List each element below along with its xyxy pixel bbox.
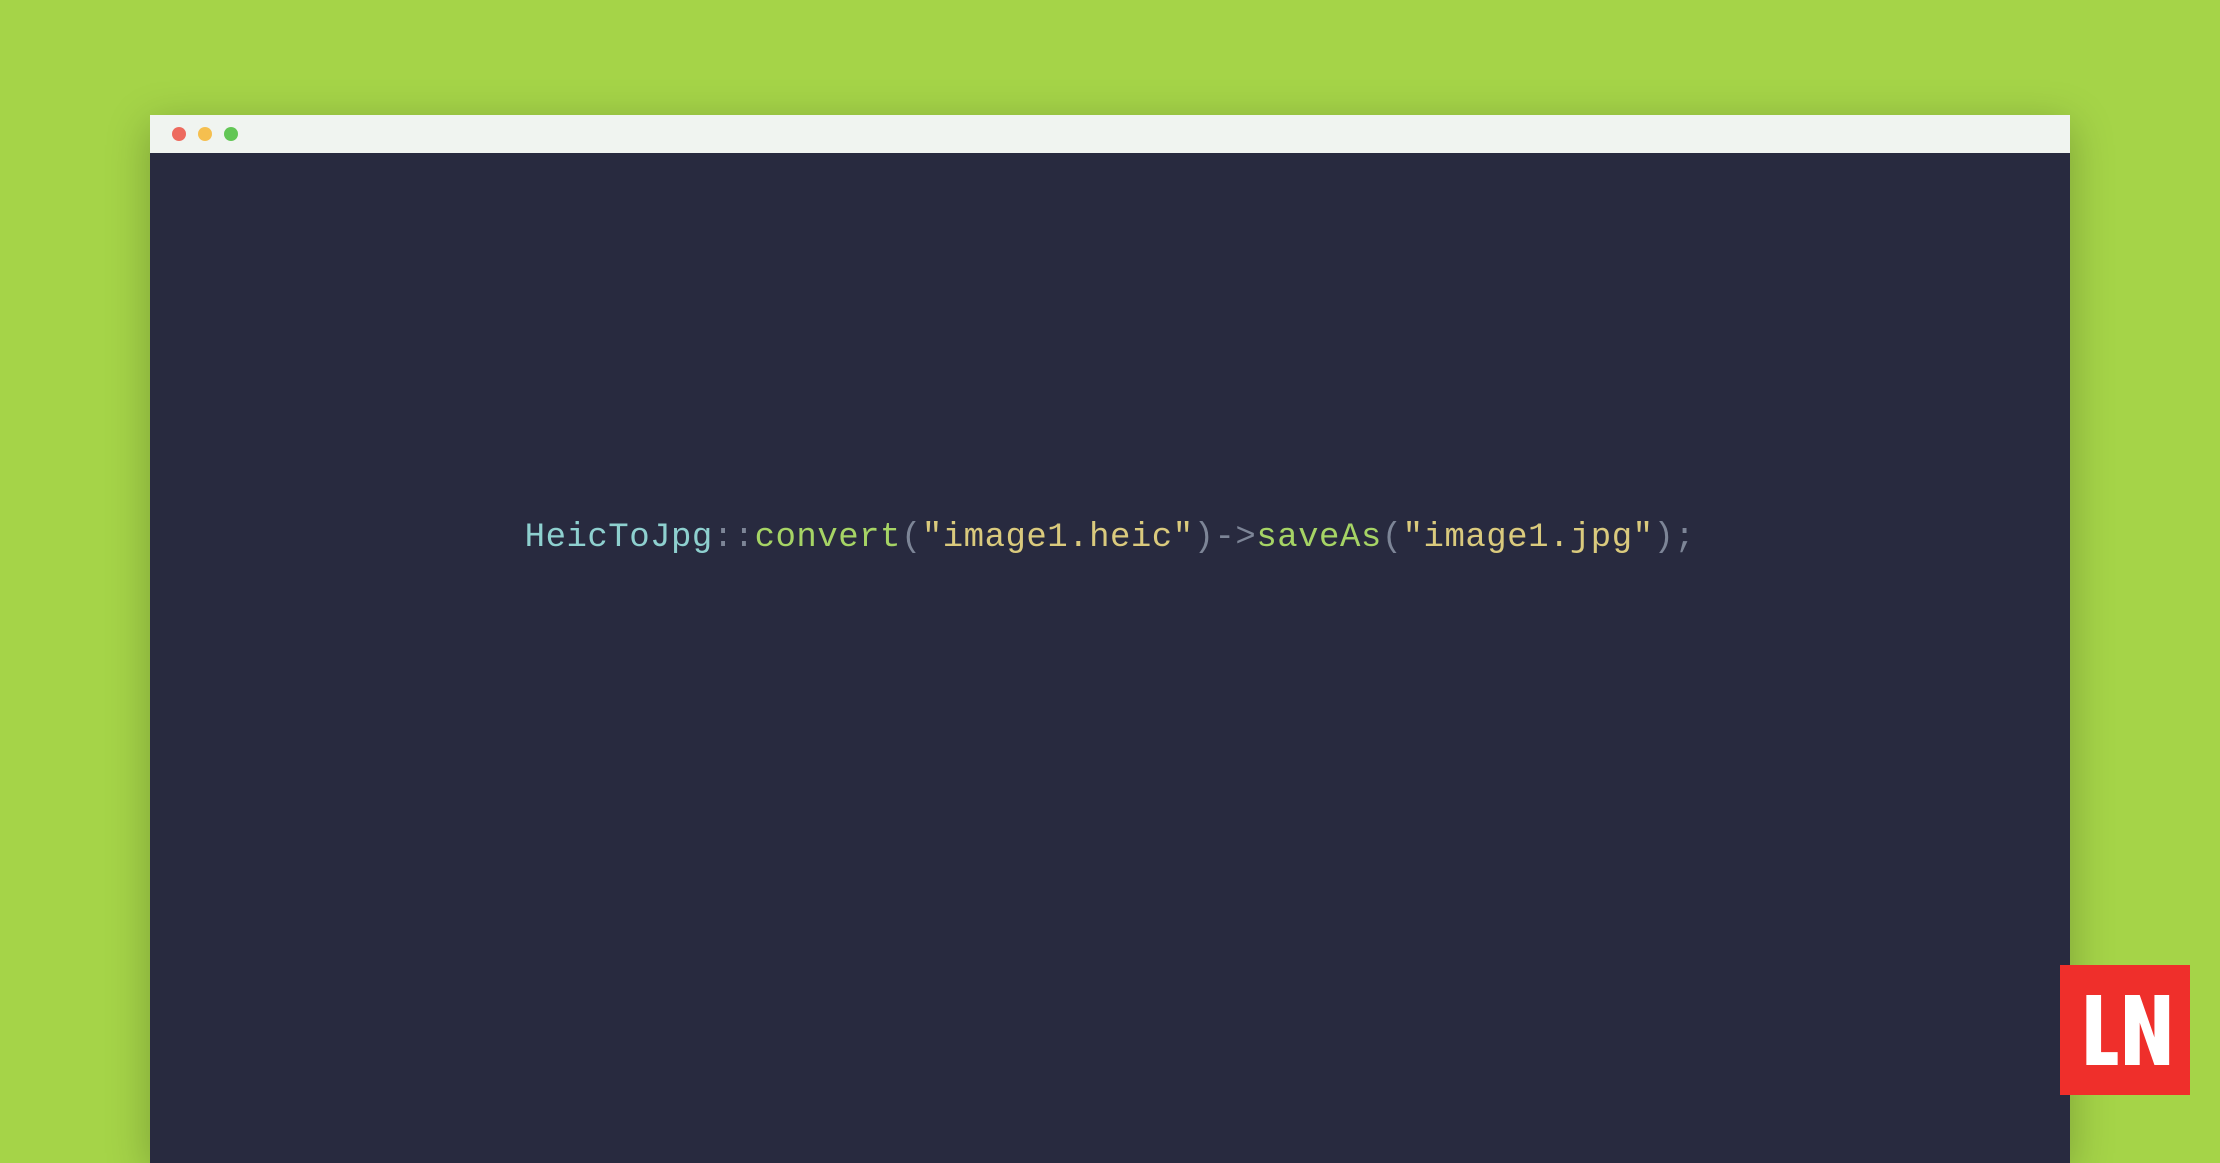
code-token-semicolon: ; xyxy=(1674,519,1695,557)
code-token-string: "image1.heic" xyxy=(922,519,1194,557)
code-editor: HeicToJpg::convert("image1.heic")->saveA… xyxy=(150,153,2070,1163)
code-token-method: convert xyxy=(755,519,901,557)
code-token-paren-open: ( xyxy=(901,519,922,557)
close-window-button[interactable] xyxy=(172,127,186,141)
code-token-string: "image1.jpg" xyxy=(1403,519,1654,557)
code-window: HeicToJpg::convert("image1.heic")->saveA… xyxy=(150,115,2070,1163)
window-titlebar xyxy=(150,115,2070,153)
code-token-arrow: -> xyxy=(1215,519,1257,557)
minimize-window-button[interactable] xyxy=(198,127,212,141)
code-token-class: HeicToJpg xyxy=(525,519,713,557)
code-token-method: saveAs xyxy=(1256,519,1381,557)
maximize-window-button[interactable] xyxy=(224,127,238,141)
code-token-paren-open: ( xyxy=(1382,519,1403,557)
code-line: HeicToJpg::convert("image1.heic")->saveA… xyxy=(525,513,1696,564)
code-token-scope: :: xyxy=(713,519,755,557)
code-token-paren-close: ) xyxy=(1194,519,1215,557)
code-token-paren-close: ) xyxy=(1654,519,1675,557)
logo-ln-icon xyxy=(2079,984,2171,1076)
brand-logo xyxy=(2060,965,2190,1095)
